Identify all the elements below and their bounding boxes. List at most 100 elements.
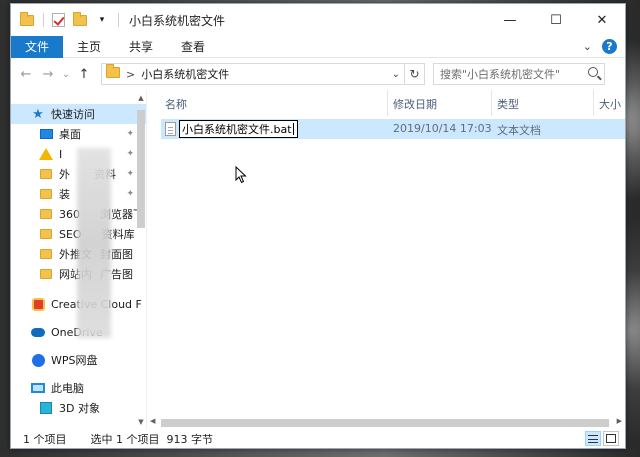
window-title: 小白系统机密文件 <box>129 13 226 28</box>
properties-icon[interactable] <box>50 12 66 28</box>
selection-info: 选中 1 个项目 913 字节 <box>90 433 213 446</box>
folder-icon <box>39 167 53 181</box>
mouse-cursor-icon <box>235 166 247 184</box>
address-dropdown-icon[interactable]: ⌄ <box>392 69 400 80</box>
desktop-icon <box>39 127 53 141</box>
explorer-body: ★ 快速访问 桌面 ✦ I ✦ 外 资料 ✦ <box>11 90 625 430</box>
wps-icon <box>31 353 45 367</box>
file-explorer-window: ▾ 小白系统机密文件 — ☐ ✕ 文件 主页 共享 查看 ⌄ ? ← → ⌄ ↑… <box>10 3 626 449</box>
computer-icon <box>31 381 45 395</box>
folder-icon <box>39 187 53 201</box>
tab-view[interactable]: 查看 <box>167 36 219 58</box>
scroll-left-icon[interactable]: ◀ <box>150 417 155 425</box>
column-divider[interactable] <box>387 90 388 116</box>
column-divider[interactable] <box>593 90 594 116</box>
item-count: 1 个项目 <box>23 433 67 446</box>
maximize-button[interactable]: ☐ <box>533 4 579 36</box>
file-type: 文本文档 <box>497 124 541 137</box>
toolbar-divider <box>43 13 44 27</box>
new-folder-icon[interactable] <box>72 11 88 28</box>
folder-icon <box>19 11 35 28</box>
nav-item-label: 3D 对象 <box>59 402 100 415</box>
folder-icon <box>39 267 53 281</box>
minimize-button[interactable]: — <box>487 4 533 36</box>
pin-icon: ✦ <box>126 189 134 199</box>
tab-home[interactable]: 主页 <box>63 36 115 58</box>
scroll-up-icon[interactable]: ▲ <box>136 94 146 102</box>
expand-ribbon-icon[interactable]: ⌄ <box>583 40 592 53</box>
title-bar: ▾ 小白系统机密文件 — ☐ ✕ <box>11 4 625 36</box>
horizontal-scroll-thumb[interactable] <box>161 419 609 427</box>
nav-item-this-pc[interactable]: 此电脑 <box>11 378 146 398</box>
large-icons-view-button[interactable] <box>603 431 619 446</box>
breadcrumb-current[interactable]: 小白系统机密文件 <box>141 66 229 82</box>
close-button[interactable]: ✕ <box>579 4 625 36</box>
3d-objects-icon <box>39 401 53 415</box>
nav-item-label: 外 <box>59 168 70 181</box>
details-view-button[interactable] <box>585 431 601 446</box>
creative-cloud-icon <box>31 297 45 311</box>
table-row[interactable]: 小白系统机密文件.bat 2019/10/14 17:03 文本文档 <box>161 119 625 139</box>
recent-locations-button[interactable]: ⌄ <box>59 69 73 80</box>
toolbar-divider <box>118 13 119 27</box>
star-icon: ★ <box>32 106 44 122</box>
quick-access-toolbar: ▾ <box>19 11 125 28</box>
pin-icon: ✦ <box>126 129 134 139</box>
column-header-modified[interactable]: 修改日期 <box>393 96 437 112</box>
pin-icon: ✦ <box>126 149 134 159</box>
scroll-right-icon[interactable]: ▶ <box>617 417 622 425</box>
customize-toolbar-icon[interactable]: ▾ <box>94 12 110 28</box>
nav-item-label: I <box>59 147 63 161</box>
nav-item-3d-objects[interactable]: 3D 对象 <box>11 398 146 418</box>
scroll-down-icon[interactable]: ▼ <box>136 418 146 426</box>
nav-scrollbar[interactable]: ▲ ▼ <box>136 90 146 430</box>
help-icon[interactable]: ? <box>602 39 617 54</box>
horizontal-scrollbar[interactable]: ◀ ▶ <box>147 416 625 430</box>
nav-item-label: 此电脑 <box>51 382 84 395</box>
warning-icon <box>39 147 53 161</box>
nav-item-label: WPS网盘 <box>51 354 98 367</box>
nav-item-desktop[interactable]: 桌面 ✦ <box>11 124 146 144</box>
file-list: 名称 修改日期 类型 大小 小白系统机密文件.bat 2019/10/14 17… <box>147 90 625 430</box>
search-input[interactable]: 搜索"小白系统机密文件" <box>433 63 605 85</box>
nav-item-label: 桌面 <box>59 128 81 141</box>
column-header-type[interactable]: 类型 <box>497 96 519 112</box>
file-modified: 2019/10/14 17:03 <box>393 122 492 135</box>
nav-scroll-thumb[interactable] <box>137 110 145 228</box>
column-header-size[interactable]: 大小 <box>599 96 621 112</box>
window-controls: — ☐ ✕ <box>487 4 625 36</box>
navigation-pane: ★ 快速访问 桌面 ✦ I ✦ 外 资料 ✦ <box>11 90 147 430</box>
nav-item-label: 装 <box>59 188 70 201</box>
search-placeholder: 搜索"小白系统机密文件" <box>440 68 561 81</box>
folder-icon <box>39 247 53 261</box>
pin-icon: ✦ <box>126 169 134 179</box>
text-caret <box>292 123 294 135</box>
refresh-button[interactable]: ↻ <box>405 63 425 85</box>
column-header-name[interactable]: 名称 <box>165 96 187 112</box>
forward-button[interactable]: → <box>37 67 59 82</box>
breadcrumb-chevron-icon[interactable]: > <box>126 68 135 81</box>
nav-item-label: 快速访问 <box>51 108 95 121</box>
column-divider[interactable] <box>491 90 492 116</box>
column-headers: 名称 修改日期 类型 大小 <box>147 90 625 116</box>
folder-icon <box>39 207 53 221</box>
text-file-icon <box>165 122 176 136</box>
view-toggle <box>585 431 619 446</box>
tab-file[interactable]: 文件 <box>11 35 64 58</box>
back-button[interactable]: ← <box>15 67 37 82</box>
search-icon[interactable] <box>588 67 598 77</box>
onedrive-icon <box>31 325 45 339</box>
folder-icon <box>39 227 53 241</box>
folder-icon <box>106 64 120 81</box>
up-button[interactable]: ↑ <box>73 67 95 82</box>
ribbon-tabs: 文件 主页 共享 查看 ⌄ ? <box>11 35 625 58</box>
tab-share[interactable]: 共享 <box>115 36 167 58</box>
nav-item-wps-drive[interactable]: WPS网盘 <box>11 350 146 370</box>
nav-item-quick-access[interactable]: ★ 快速访问 <box>11 104 146 124</box>
address-bar[interactable]: > 小白系统机密文件 ⌄ <box>101 63 405 85</box>
privacy-blur <box>77 148 111 338</box>
status-bar: 1 个项目 选中 1 个项目 913 字节 <box>11 430 625 448</box>
file-name: 小白系统机密文件.bat <box>182 123 292 136</box>
rename-input[interactable]: 小白系统机密文件.bat <box>179 120 298 138</box>
address-row: ← → ⌄ ↑ > 小白系统机密文件 ⌄ ↻ 搜索"小白系统机密文件" <box>11 58 625 90</box>
